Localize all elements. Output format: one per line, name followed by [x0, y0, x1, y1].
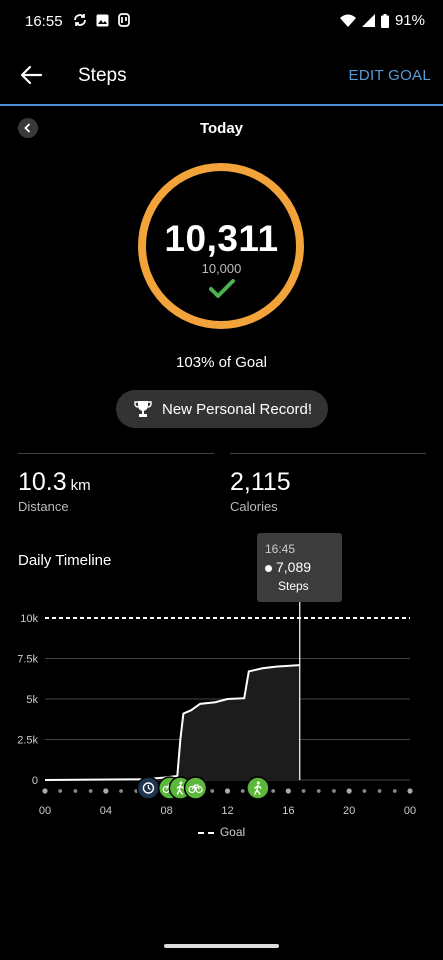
chart-legend: Goal	[0, 825, 443, 839]
x-axis-dot	[392, 789, 397, 793]
step-count: 10,311	[164, 218, 279, 259]
distance-label: Distance	[18, 499, 69, 514]
steps-area	[45, 665, 300, 780]
y-tick-label: 10k	[20, 613, 38, 625]
personal-record-badge[interactable]: New Personal Record!	[116, 390, 328, 428]
y-tick-label: 7.5k	[17, 654, 38, 666]
status-right: 91%	[339, 12, 425, 29]
x-axis-dot	[271, 789, 276, 793]
date-label: Today	[199, 120, 244, 137]
y-tick-label: 2.5k	[17, 735, 38, 747]
chart-tooltip: 16:45 7,089 Steps	[257, 533, 342, 602]
attachment-icon	[118, 13, 130, 27]
home-indicator[interactable]	[164, 944, 279, 948]
y-tick-label: 5k	[26, 694, 38, 706]
distance-number: 10.3	[18, 468, 67, 496]
x-tick-label: 16	[282, 805, 294, 817]
distance-value: 10.3 km	[18, 468, 91, 497]
trophy-icon	[134, 401, 152, 417]
calories-value: 2,115	[230, 468, 291, 496]
x-tick-label: 00	[39, 805, 51, 817]
x-axis-dot	[240, 789, 245, 793]
x-axis-dot	[332, 789, 336, 793]
tooltip-time: 16:45	[265, 542, 296, 556]
step-goal: 10,000	[201, 261, 242, 276]
personal-record-text: New Personal Record!	[162, 400, 313, 418]
x-axis-dot	[407, 788, 413, 794]
x-axis-dot	[346, 788, 352, 794]
x-axis-dot	[58, 789, 63, 793]
x-axis-dot	[285, 788, 291, 794]
app-bar-divider	[0, 104, 443, 106]
x-axis-dot	[224, 788, 231, 794]
x-axis-dot	[377, 789, 382, 793]
status-icons	[73, 13, 130, 27]
tooltip-dot	[265, 564, 272, 572]
edit-goal-button[interactable]: EDIT GOAL	[349, 67, 431, 84]
legend-goal-swatch	[197, 831, 214, 834]
timeline-title: Daily Timeline	[18, 552, 112, 569]
stats-divider-left	[18, 453, 214, 454]
battery-percent: 91%	[394, 12, 425, 29]
x-axis-dot	[362, 789, 367, 793]
x-axis-dot	[103, 788, 109, 794]
tooltip-label: Steps	[278, 579, 309, 593]
x-axis-dot	[88, 789, 93, 793]
wifi-icon	[339, 14, 356, 27]
x-axis-dot	[301, 789, 306, 793]
steps-timeline-chart[interactable]: 10k7.5k5k2.5k000 04 08 12 16 20 00	[0, 600, 443, 830]
x-axis-dot	[210, 789, 215, 793]
x-tick-label: 00	[404, 805, 416, 817]
x-tick-label: 20	[343, 805, 355, 817]
x-tick-label: 08	[161, 805, 173, 817]
status-time: 16:55	[25, 13, 63, 30]
x-axis-dot	[73, 789, 78, 793]
status-bar: 16:55 91%	[0, 0, 443, 44]
x-tick-label: 12	[221, 805, 233, 817]
signal-icon	[361, 14, 375, 27]
battery-icon	[380, 13, 389, 28]
sync-icon	[74, 14, 86, 26]
tooltip-value: 7,089	[265, 559, 311, 575]
goal-percent: 103% of Goal	[176, 354, 267, 371]
y-tick-label: 0	[32, 775, 38, 787]
x-tick-label: 04	[100, 805, 112, 817]
page-title: Steps	[78, 65, 127, 86]
image-icon	[96, 14, 109, 26]
legend-goal-label: Goal	[219, 825, 246, 839]
x-axis-dot	[42, 788, 48, 794]
tooltip-value-text: 7,089	[276, 559, 312, 575]
distance-unit: km	[70, 477, 91, 494]
calories-label: Calories	[230, 499, 278, 514]
checkmark-icon	[209, 279, 235, 298]
x-axis-dot	[119, 789, 123, 793]
back-arrow-icon[interactable]	[18, 62, 44, 88]
x-axis-dot	[316, 789, 321, 793]
stats-divider-right	[230, 453, 426, 454]
